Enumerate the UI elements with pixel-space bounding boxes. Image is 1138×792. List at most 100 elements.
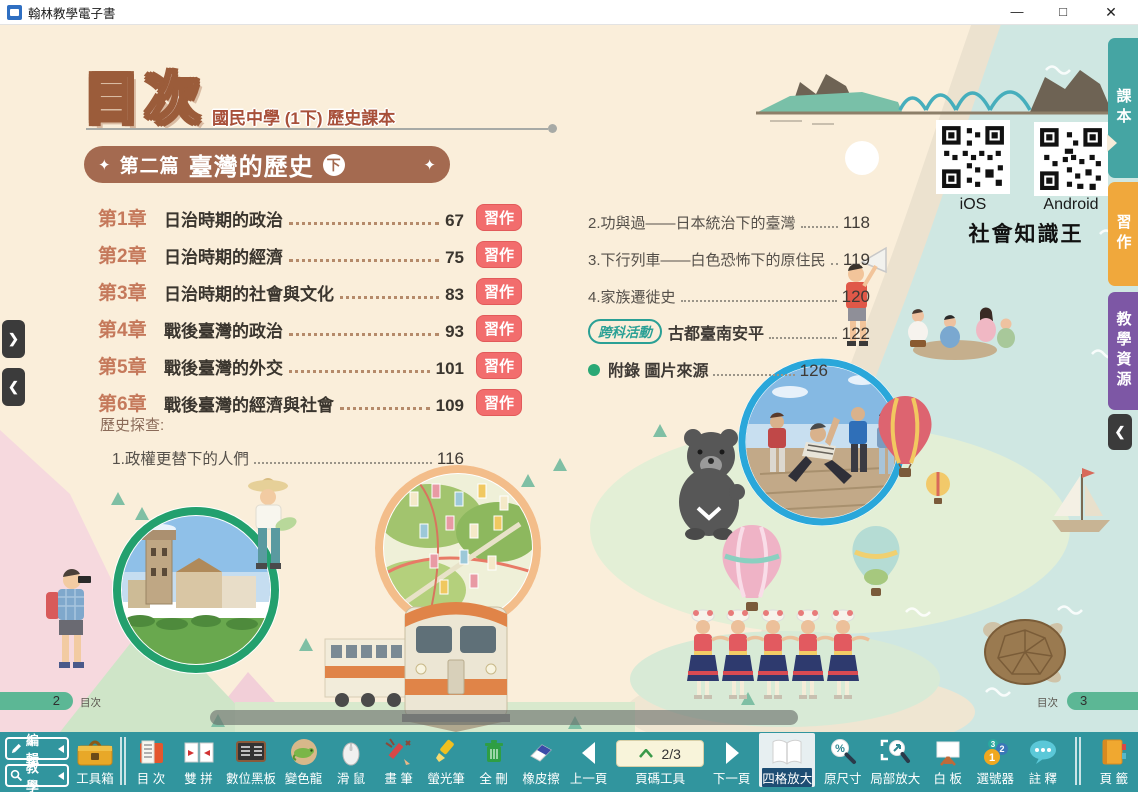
tab-textbook[interactable]: 課本 <box>1108 38 1138 178</box>
cross-activity-text: 古都臺南安平 <box>668 320 764 344</box>
toc-chapter-row[interactable]: 第1章 日治時期的政治 67 習作 <box>98 194 522 231</box>
chevron-left-icon: ❮ <box>8 379 19 395</box>
cross-activity-badge: 跨科活動 <box>588 319 662 344</box>
dotted-leader <box>289 370 430 373</box>
volume-badge: 下 <box>323 154 345 176</box>
qr-label-ios: iOS <box>936 196 1010 214</box>
toc-chapter-row[interactable]: 第5章 戰後臺灣的外交 101 習作 <box>98 342 522 379</box>
toolbar-item-label: 頁 籤 <box>1100 768 1128 787</box>
toolbar-item-next-page[interactable]: 下一頁 <box>712 735 752 787</box>
teach-mode-button[interactable]: 教 學 <box>5 764 69 787</box>
next-page-icon <box>720 735 744 767</box>
toolbar-item-delete-all[interactable]: 全 刪 <box>474 735 514 787</box>
toolbar-item-digital-blackboard[interactable]: 數位黑板 <box>226 735 276 787</box>
qr-label-android: Android <box>1024 196 1118 214</box>
toolbar-item-label: 四格放大 <box>762 768 812 787</box>
toolbar-item-toolbox[interactable]: 工具箱 <box>75 735 115 787</box>
toolbar-item-pen[interactable]: 畫 筆 <box>379 735 419 787</box>
workbook-badge[interactable]: 習作 <box>476 204 522 231</box>
entry-page: 119 <box>843 250 870 270</box>
toolbar-divider <box>120 737 126 785</box>
tab-teaching-resources[interactable]: 教學資源 <box>1108 292 1138 410</box>
window-title: 翰林教學電子書 <box>28 3 116 22</box>
chameleon-icon <box>289 735 319 767</box>
cross-activity-row[interactable]: 跨科活動 古都臺南安平 122 <box>588 307 870 344</box>
workbook-badge[interactable]: 習作 <box>476 241 522 268</box>
toolbar-item-partial-zoom[interactable]: 局部放大 <box>870 735 920 787</box>
chapter-page: 67 <box>445 211 464 231</box>
toolbar-item-dual-page[interactable]: 雙 拼 <box>179 735 219 787</box>
dotted-leader <box>831 263 838 265</box>
cross-activity-page: 122 <box>842 324 870 344</box>
pen-icon <box>384 735 414 767</box>
sidebar-collapse-button[interactable]: ❮ <box>1108 414 1132 450</box>
toolbar-item-highlighter[interactable]: 螢光筆 <box>426 735 466 787</box>
appendix-page: 126 <box>800 361 828 381</box>
close-button[interactable]: ✕ <box>1096 0 1126 24</box>
appendix-row[interactable]: 附錄 圖片來源 126 <box>588 344 828 381</box>
toolbar-item-label: 雙 拼 <box>184 768 212 787</box>
book-page-spread: 目次 國民中學 (1下) 歷史課本 ✦ 第二篇 臺灣的歷史 下 ✦ 第1章 日治… <box>0 24 1138 732</box>
workbook-badge[interactable]: 習作 <box>476 278 522 305</box>
workbook-badge[interactable]: 習作 <box>476 389 522 416</box>
minimize-button[interactable]: — <box>1002 0 1032 24</box>
toolbar-item-whiteboard[interactable]: 白 板 <box>928 735 968 787</box>
star-icon: ✦ <box>98 156 111 174</box>
horizontal-scrollbar[interactable] <box>210 710 798 725</box>
chapter-number: 第6章 <box>98 389 160 416</box>
toc-chapter-row[interactable]: 第3章 日治時期的社會與文化 83 習作 <box>98 268 522 305</box>
dance-photo <box>738 358 906 526</box>
toc-chapter-row[interactable]: 第4章 戰後臺灣的政治 93 習作 <box>98 305 522 342</box>
triangle-left-icon <box>58 745 64 753</box>
bottom-toolbar: 編 輯 教 學 工具箱 <box>0 732 1138 792</box>
toc-entry-row[interactable]: 4.家族遷徙史 120 <box>588 270 870 307</box>
panel-expand-button[interactable]: ❯ <box>2 320 25 358</box>
entry-text: 3.下行列車——白色恐怖下的原住民 <box>588 249 826 270</box>
toolbar-item-number-picker[interactable]: 3 2 1 選號器 <box>975 735 1015 787</box>
eraser-icon <box>526 735 556 767</box>
toolbar-item-eraser[interactable]: 橡皮擦 <box>521 735 561 787</box>
chapter-title: 戰後臺灣的政治 <box>164 317 283 342</box>
section-banner: ✦ 第二篇 臺灣的歷史 下 ✦ <box>84 146 450 183</box>
page-indicator-box[interactable]: 2/3 <box>616 740 704 767</box>
current-tab-notch <box>1107 134 1117 152</box>
chapter-title: 戰後臺灣的經濟與社會 <box>164 391 334 416</box>
workbook-badge[interactable]: 習作 <box>476 315 522 342</box>
entry-page: 120 <box>842 287 870 307</box>
toolbar-item-label: 螢光筆 <box>427 768 465 787</box>
chevron-right-icon: ❯ <box>8 331 19 347</box>
toolbar-item-label: 註 釋 <box>1029 768 1057 787</box>
toolbar-item-page-tool[interactable]: 2/3 頁碼工具 <box>616 735 704 787</box>
toolbar-item-page-tabs[interactable]: 頁 籤 <box>1094 735 1134 787</box>
explore-page: 116 <box>437 449 464 469</box>
chapter-page: 109 <box>436 396 464 416</box>
workbook-badge[interactable]: 習作 <box>476 352 522 379</box>
section-part: 第二篇 <box>120 151 180 178</box>
toc-chapter-row[interactable]: 第2章 日治時期的經濟 75 習作 <box>98 231 522 268</box>
toc-entry-row[interactable]: 2.功與過——日本統治下的臺灣 118 <box>588 196 870 233</box>
toolbar-item-mouse[interactable]: 滑 鼠 <box>331 735 371 787</box>
panel-collapse-button[interactable]: ❮ <box>2 368 25 406</box>
right-column: 2.功與過——日本統治下的臺灣 118 3.下行列車——白色恐怖下的原住民 11… <box>588 196 870 381</box>
chapter-number: 第2章 <box>98 241 160 268</box>
maximize-button[interactable]: □ <box>1048 0 1078 24</box>
dotted-leader <box>681 300 837 302</box>
toolbar-item-annotation[interactable]: 註 釋 <box>1023 735 1063 787</box>
star-icon: ✦ <box>423 156 436 174</box>
toolbar-item-chameleon[interactable]: 變色龍 <box>284 735 324 787</box>
toolbar-item-toc[interactable]: 目 次 <box>131 735 171 787</box>
toc-chapter-row[interactable]: 第6章 戰後臺灣的經濟與社會 109 習作 <box>98 379 522 416</box>
explore-item[interactable]: 1.政權更替下的人們 116 <box>112 432 464 469</box>
toolbar-item-original-size[interactable]: % 原尺寸 <box>823 735 863 787</box>
chapter-page: 101 <box>436 359 464 379</box>
chapter-list: 第1章 日治時期的政治 67 習作 第2章 日治時期的經濟 75 習作 第3章 … <box>98 194 522 416</box>
pencil-icon <box>10 742 23 755</box>
dotted-leader <box>254 462 432 464</box>
tab-workbook[interactable]: 習作 <box>1108 182 1138 286</box>
toolbar-item-prev-page[interactable]: 上一頁 <box>569 735 609 787</box>
toolbar-item-quad-zoom[interactable]: 四格放大 <box>759 733 815 787</box>
toolbar-item-label: 上一頁 <box>570 768 608 787</box>
toc-entry-row[interactable]: 3.下行列車——白色恐怖下的原住民 119 <box>588 233 870 270</box>
svg-text:2: 2 <box>1000 744 1005 754</box>
quad-zoom-icon <box>770 735 804 767</box>
